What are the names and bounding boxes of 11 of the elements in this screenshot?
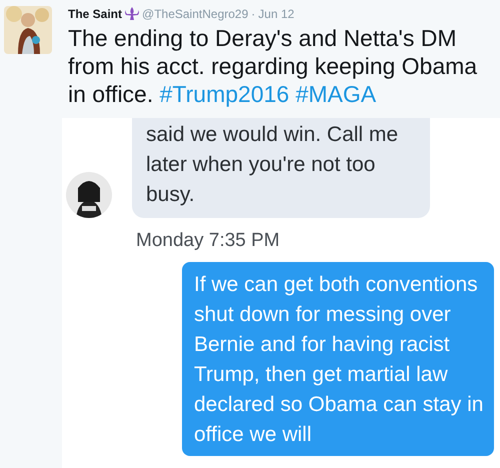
hashtag-link[interactable]: #MAGA (296, 81, 376, 107)
tweet-date[interactable]: Jun 12 (258, 6, 294, 22)
tweet-text: The ending to Deray's and Netta's DM from his acct. regarding keeping Obama in office. #Trump2016 #MAGA (68, 24, 478, 108)
message-timestamp: Monday 7:35 PM (135, 229, 281, 253)
message-bubble: If we can get both conventions shut down for messing over Bernie and for having racist Trump, then get martial law declared so Obama can stay in office we will (182, 262, 494, 456)
fleur-de-lis-icon (125, 7, 140, 21)
separator-dot: · (251, 6, 256, 22)
user-handle[interactable]: @TheSaintNegro29 (142, 6, 248, 22)
message-bubble: said we would win. Call me later when you're not too busy. (132, 118, 430, 218)
hashtag-link[interactable]: #Trump2016 (160, 81, 290, 107)
author-name[interactable]: The Saint (68, 6, 122, 22)
